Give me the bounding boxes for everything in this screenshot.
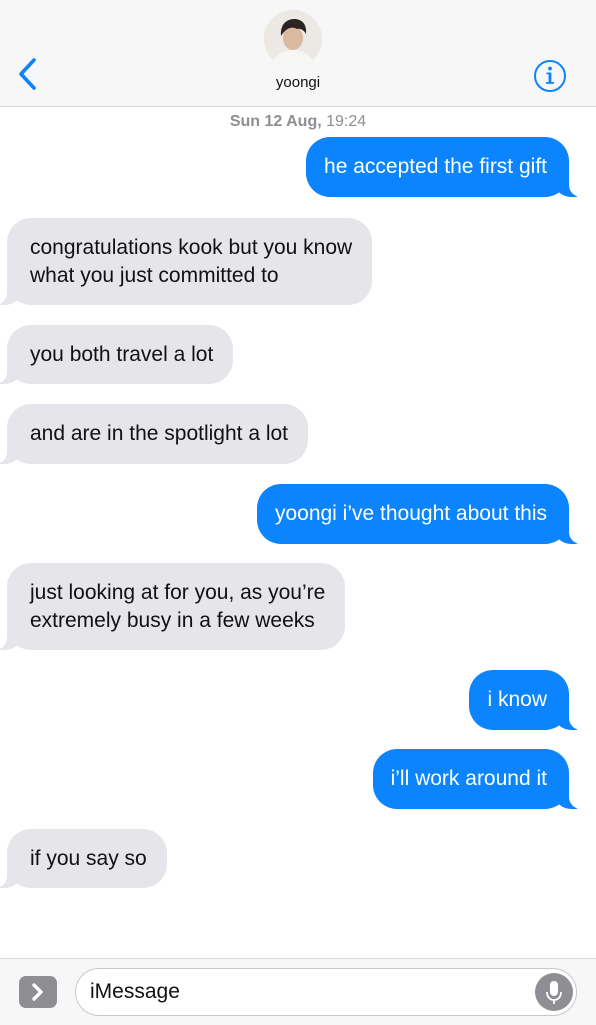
message-bubble-received[interactable]: and are in the spotlight a lot (0, 404, 309, 464)
message-bubble-received[interactable]: if you say so (0, 829, 167, 888)
message-bubble-received[interactable]: you both travel a lot (0, 325, 234, 384)
message-bubble-sent[interactable]: i know (469, 670, 595, 730)
message-input[interactable] (75, 968, 577, 1016)
info-button[interactable] (532, 58, 568, 94)
message-composer (0, 958, 596, 1025)
message-text: if you say so (30, 847, 147, 870)
message-text: you both travel a lot (30, 343, 214, 366)
timestamp-date: Sun 12 Aug, (229, 113, 322, 130)
info-icon (534, 60, 566, 92)
message-text: and are in the spotlight a lot (30, 422, 289, 445)
message-text-line: what you just committed to (30, 264, 279, 287)
message-bubble-received[interactable]: just looking at for you, as you’re extre… (0, 563, 346, 650)
avatar-photo (264, 10, 322, 68)
message-bubble-sent[interactable]: yoongi i’ve thought about this (256, 484, 596, 544)
conversation-timestamp: Sun 12 Aug, 19:24 (0, 113, 596, 131)
message-text-line: just looking at for you, as you’re (30, 581, 326, 604)
conversation-header: yoongi (0, 0, 596, 107)
message-text: he accepted the first gift (324, 155, 547, 178)
message-text-line: congratulations kook but you know (30, 236, 353, 259)
message-bubble-received[interactable]: congratulations kook but you know what y… (0, 218, 373, 305)
contact-name[interactable]: yoongi (0, 74, 596, 91)
message-text: yoongi i’ve thought about this (274, 502, 547, 525)
dictation-button[interactable] (535, 973, 573, 1011)
message-bubble-sent[interactable]: i’ll work around it (372, 749, 596, 809)
message-bubble-sent[interactable]: he accepted the first gift (306, 137, 595, 197)
chevron-right-icon (32, 983, 43, 1001)
timestamp-time: 19:24 (326, 113, 367, 130)
message-text: i’ll work around it (390, 767, 547, 790)
contact-avatar[interactable] (264, 10, 322, 68)
message-text: i know (487, 688, 547, 711)
apps-button[interactable] (19, 976, 57, 1008)
microphone-icon (546, 981, 562, 1004)
message-text-line: extremely busy in a few weeks (30, 609, 315, 632)
